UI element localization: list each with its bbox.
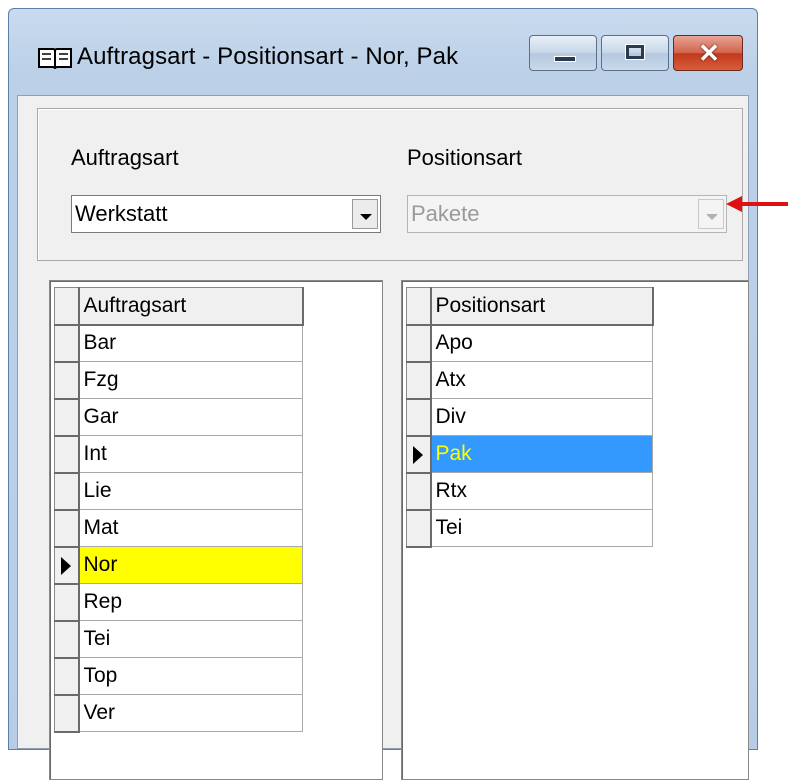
row-selector-current[interactable]	[406, 435, 432, 474]
title-bar[interactable]: Auftragsart - Positionsart - Nor, Pak ✕	[9, 9, 757, 95]
grid-header-row: Positionsart	[406, 287, 654, 326]
book-icon	[38, 48, 72, 70]
grid-cell-selected[interactable]: Pak	[430, 435, 653, 473]
positionsart-combobox[interactable]: Pakete	[407, 195, 727, 233]
grid-cell[interactable]: Lie	[78, 472, 303, 510]
table-row[interactable]: Int	[54, 435, 303, 474]
window-title: Auftragsart - Positionsart - Nor, Pak	[77, 43, 459, 70]
table-row[interactable]: Apo	[406, 324, 653, 363]
grid-cell[interactable]: Atx	[430, 361, 653, 399]
auftragsart-label: Auftragsart	[71, 145, 179, 170]
minimize-button[interactable]	[529, 35, 597, 71]
row-selector[interactable]	[54, 583, 80, 622]
table-row[interactable]: Rep	[54, 583, 303, 622]
grid-cell[interactable]: Top	[78, 657, 303, 695]
positionsart-grid[interactable]: Positionsart Apo Atx Div Pak Rtx Tei	[401, 280, 749, 780]
table-row[interactable]: Ver	[54, 694, 303, 733]
chevron-down-icon	[706, 214, 718, 220]
table-row[interactable]: Atx	[406, 361, 653, 400]
table-row[interactable]: Tei	[54, 620, 303, 659]
row-selector[interactable]	[54, 509, 80, 548]
table-row-selected[interactable]: Nor	[54, 546, 303, 585]
close-button[interactable]: ✕	[673, 35, 743, 71]
table-row[interactable]: Rtx	[406, 472, 653, 511]
row-selector[interactable]	[54, 435, 80, 474]
auftragsart-grid[interactable]: Auftragsart Bar Fzg Gar Int Lie Mat Nor …	[49, 280, 383, 780]
auftragsart-combobox[interactable]: Werkstatt	[71, 195, 381, 233]
row-selector[interactable]	[54, 398, 80, 437]
grid-cell[interactable]: Mat	[78, 509, 303, 547]
grid-header-row: Auftragsart	[54, 287, 304, 326]
grid-cell[interactable]: Gar	[78, 398, 303, 436]
dialog-window: Auftragsart - Positionsart - Nor, Pak ✕ …	[8, 8, 758, 780]
maximize-button[interactable]	[601, 35, 669, 71]
auftragsart-combobox-value: Werkstatt	[75, 201, 168, 226]
row-header-corner	[406, 287, 432, 326]
current-row-pointer-icon	[61, 556, 71, 575]
positionsart-label: Positionsart	[407, 145, 522, 170]
row-selector[interactable]	[406, 398, 432, 437]
chevron-down-icon	[360, 214, 372, 220]
filter-panel: Auftragsart Positionsart Werkstatt Paket…	[37, 108, 743, 261]
row-selector[interactable]	[54, 657, 80, 696]
table-row[interactable]: Lie	[54, 472, 303, 511]
positionsart-combobox-value: Pakete	[411, 201, 480, 226]
grid-cell[interactable]: Bar	[78, 324, 303, 362]
row-selector[interactable]	[406, 472, 432, 511]
minimize-icon	[554, 56, 576, 62]
grid-cell[interactable]: Ver	[78, 694, 303, 732]
row-selector[interactable]	[406, 324, 432, 363]
grid-cell[interactable]: Rep	[78, 583, 303, 621]
grid-cell[interactable]: Tei	[78, 620, 303, 658]
row-selector[interactable]	[54, 620, 80, 659]
auftragsart-dropdown-button[interactable]	[352, 199, 378, 229]
row-header-corner	[54, 287, 80, 326]
positionsart-dropdown-button[interactable]	[698, 199, 724, 229]
row-selector[interactable]	[54, 472, 80, 511]
table-row[interactable]: Fzg	[54, 361, 303, 400]
row-selector[interactable]	[54, 324, 80, 363]
row-selector[interactable]	[406, 361, 432, 400]
maximize-icon	[625, 44, 645, 60]
grid-cell[interactable]: Tei	[430, 509, 653, 547]
client-area: Auftragsart Positionsart Werkstatt Paket…	[17, 95, 749, 780]
table-row[interactable]: Mat	[54, 509, 303, 548]
table-row[interactable]: Tei	[406, 509, 653, 548]
table-row[interactable]: Bar	[54, 324, 303, 363]
table-row-selected[interactable]: Pak	[406, 435, 653, 474]
table-row[interactable]: Gar	[54, 398, 303, 437]
table-row[interactable]: Top	[54, 657, 303, 696]
grid-cell[interactable]: Int	[78, 435, 303, 473]
grid-cell[interactable]: Fzg	[78, 361, 303, 399]
close-icon: ✕	[698, 38, 720, 68]
row-selector[interactable]	[54, 361, 80, 400]
grid-cell[interactable]: Apo	[430, 324, 653, 362]
grid-cell[interactable]: Div	[430, 398, 653, 436]
row-selector[interactable]	[406, 509, 432, 548]
row-selector[interactable]	[54, 694, 80, 733]
column-header-positionsart[interactable]: Positionsart	[430, 287, 654, 326]
current-row-pointer-icon	[413, 445, 423, 464]
grid-cell[interactable]: Rtx	[430, 472, 653, 510]
grid-cell-selected[interactable]: Nor	[78, 546, 303, 584]
annotation-arrow-icon	[726, 196, 788, 212]
row-selector-current[interactable]	[54, 546, 80, 585]
table-row[interactable]: Div	[406, 398, 653, 437]
column-header-auftragsart[interactable]: Auftragsart	[78, 287, 304, 326]
